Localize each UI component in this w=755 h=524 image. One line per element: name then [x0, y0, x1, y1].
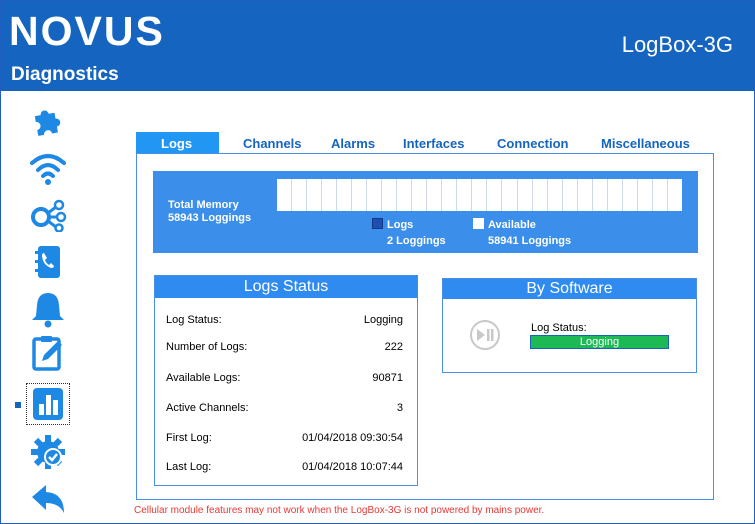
status-row-available-logs: Available Logs: 90871 — [166, 372, 403, 387]
memory-banner: Total Memory 58943 Loggings Logs 2 Loggi… — [153, 171, 698, 253]
row-label: Active Channels: — [166, 402, 249, 414]
power-warning: Cellular module features may not work wh… — [134, 505, 545, 516]
sidebar-item-back[interactable] — [27, 479, 69, 519]
sidebar-item-network[interactable] — [27, 195, 69, 235]
available-swatch — [473, 218, 484, 229]
memory-segment — [427, 179, 443, 211]
tab-alarms[interactable]: Alarms — [331, 132, 375, 153]
row-value: 01/04/2018 10:07:44 — [302, 461, 403, 473]
memory-segment — [397, 179, 413, 211]
memory-segment — [457, 179, 473, 211]
memory-segment — [367, 179, 383, 211]
legend-logs-label: Logs — [387, 219, 414, 231]
software-status-indicator: Logging — [530, 335, 669, 349]
memory-segment — [653, 179, 668, 211]
tab-connection[interactable]: Connection — [497, 132, 569, 153]
memory-segment — [668, 179, 682, 211]
wifi-icon — [30, 154, 66, 185]
memory-segment — [563, 179, 578, 211]
memory-segment — [322, 179, 338, 211]
row-label: Number of Logs: — [166, 341, 248, 353]
gear-check-icon — [31, 435, 65, 469]
tab-interfaces[interactable]: Interfaces — [403, 132, 464, 153]
row-value: 222 — [384, 341, 403, 353]
memory-segment — [472, 179, 488, 211]
memory-segment — [412, 179, 428, 211]
memory-segment — [533, 179, 548, 211]
software-status-label: Log Status: — [531, 322, 587, 334]
total-memory-value: 58943 Loggings — [168, 212, 252, 224]
sidebar-item-wireless[interactable] — [27, 149, 69, 189]
status-row-active-channels: Active Channels: 3 — [166, 402, 403, 417]
sidebar-item-contacts[interactable] — [27, 242, 69, 282]
status-row-number-of-logs: Number of Logs: 222 — [166, 341, 403, 356]
selected-marker — [15, 402, 21, 408]
play-pause-icon — [477, 329, 494, 341]
memory-segment — [502, 179, 518, 211]
row-label: Last Log: — [166, 461, 212, 473]
row-label: First Log: — [166, 432, 212, 444]
app-window: NOVUS Diagnostics LogBox-3G Logs Channel… — [0, 0, 755, 524]
memory-segment — [623, 179, 638, 211]
by-software-title: By Software — [443, 279, 696, 299]
clipboard-edit-icon — [32, 336, 62, 371]
sidebar-item-edit[interactable] — [27, 333, 69, 373]
total-memory-title: Total Memory — [168, 199, 239, 211]
memory-segment — [518, 179, 533, 211]
logs-status-box: Logs Status Log Status: Logging Number o… — [154, 275, 418, 486]
logs-status-title: Logs Status — [155, 276, 417, 298]
memory-segment — [608, 179, 623, 211]
tab-channels[interactable]: Channels — [243, 132, 302, 153]
row-value: 3 — [396, 402, 403, 414]
legend-available: Available 58941 Loggings — [473, 217, 571, 249]
sidebar-item-alarms[interactable] — [27, 289, 69, 329]
sidebar-item-settings[interactable] — [27, 432, 69, 472]
bell-icon — [32, 293, 64, 328]
memory-segment — [292, 179, 308, 211]
page-title: Diagnostics — [11, 64, 119, 85]
tab-logs[interactable]: Logs — [136, 132, 220, 153]
novus-logo: NOVUS — [9, 8, 165, 54]
legend-available-value: 58941 Loggings — [488, 235, 572, 247]
row-value: 01/04/2018 09:30:54 — [302, 432, 403, 444]
memory-segment — [442, 179, 458, 211]
memory-segment — [487, 179, 503, 211]
legend-logs: Logs 2 Loggings — [372, 217, 446, 249]
sidebar-item-reports[interactable] — [26, 383, 70, 425]
memory-segment — [638, 179, 653, 211]
memory-segment — [382, 179, 398, 211]
memory-usage-bar — [277, 179, 682, 211]
device-name: LogBox-3G — [621, 32, 733, 57]
status-row-log-status: Log Status: Logging — [166, 314, 403, 329]
puzzle-icon — [34, 110, 61, 136]
row-value: Logging — [363, 314, 403, 326]
memory-segment — [593, 179, 608, 211]
by-software-box: By Software Log Status: Logging — [442, 278, 697, 373]
tab-miscellaneous[interactable]: Miscellaneous — [601, 132, 690, 153]
status-row-first-log: First Log: 01/04/2018 09:30:54 — [166, 432, 403, 447]
phonebook-icon — [35, 246, 60, 278]
logs-swatch — [372, 218, 383, 229]
sidebar-item-modules[interactable] — [27, 100, 69, 140]
row-label: Available Logs: — [166, 372, 241, 384]
legend-logs-value: 2 Loggings — [387, 235, 446, 247]
memory-segment — [277, 179, 293, 211]
legend-available-label: Available — [488, 219, 536, 231]
bar-chart-icon — [33, 388, 63, 420]
memory-segment — [307, 179, 323, 211]
memory-segment — [578, 179, 593, 211]
row-value: 90871 — [372, 372, 403, 384]
header: NOVUS Diagnostics LogBox-3G — [1, 1, 754, 91]
network-nodes-icon — [31, 199, 67, 232]
back-arrow-icon — [32, 485, 64, 513]
start-stop-button[interactable] — [470, 320, 500, 350]
row-label: Log Status: — [166, 314, 222, 326]
total-memory-label: Total Memory 58943 Loggings — [168, 199, 251, 225]
memory-segment — [548, 179, 563, 211]
memory-segment — [337, 179, 353, 211]
memory-segment — [352, 179, 368, 211]
status-row-last-log: Last Log: 01/04/2018 10:07:44 — [166, 461, 403, 476]
